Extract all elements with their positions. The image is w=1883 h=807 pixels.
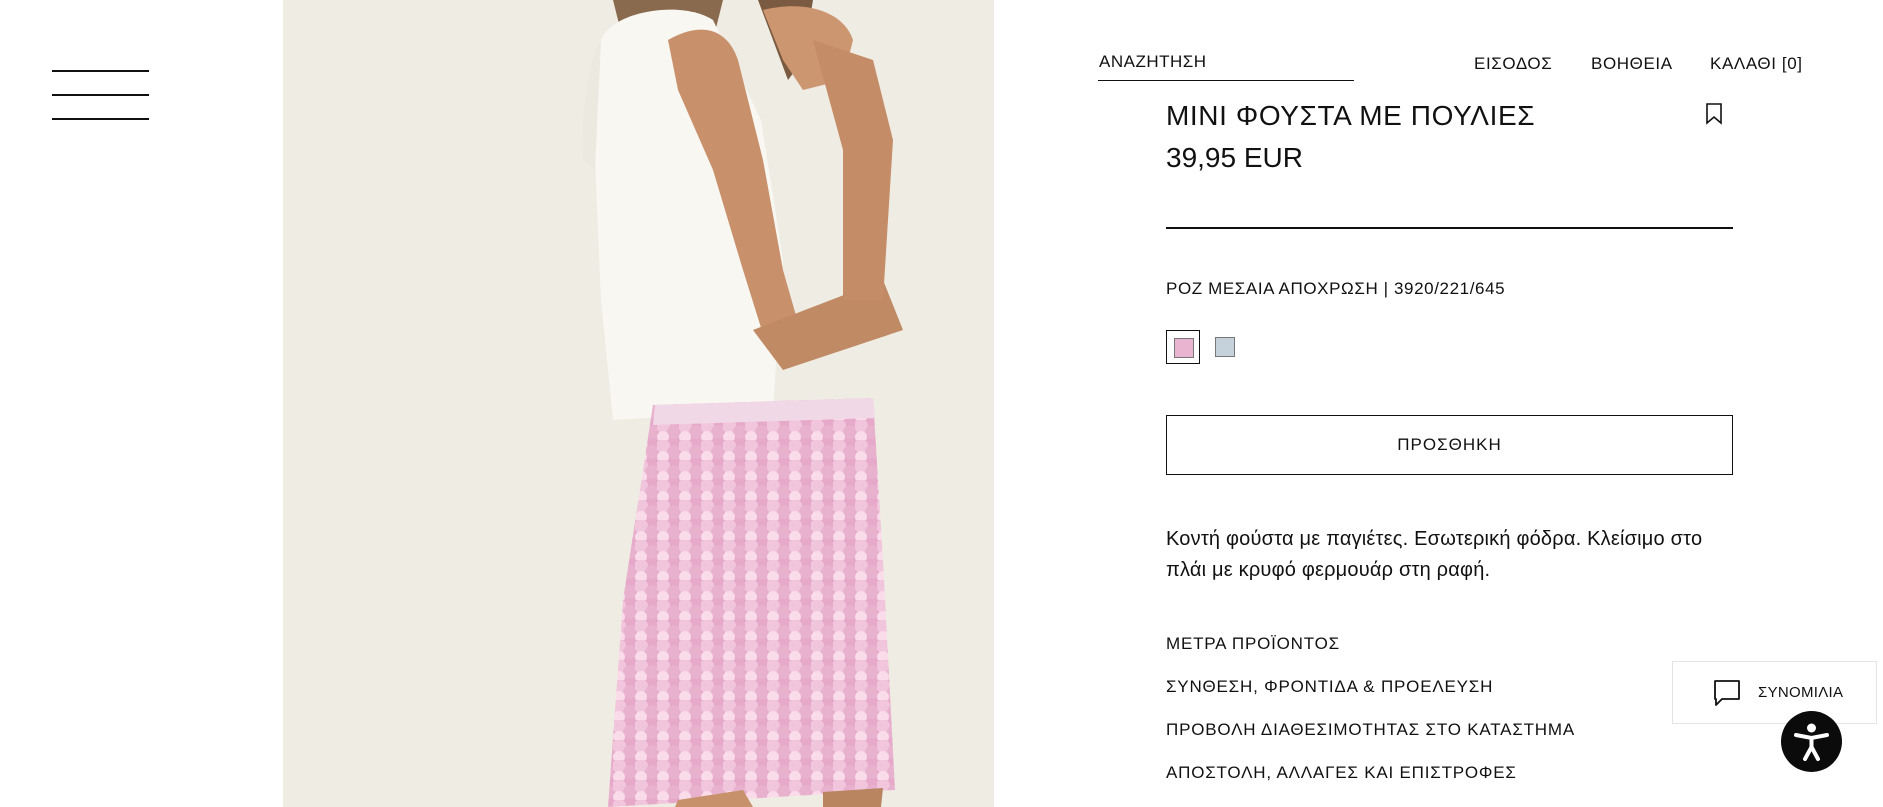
color-reference: ΡΟΖ ΜΕΣΑΙΑ ΑΠΟΧΡΩΣΗ | 3920/221/645 [1166, 279, 1506, 298]
color-swatch-pink[interactable] [1166, 330, 1200, 364]
hamburger-menu-icon[interactable] [52, 70, 149, 120]
color-swatch-light-blue[interactable] [1208, 330, 1242, 364]
product-image [283, 0, 994, 807]
divider [1166, 227, 1733, 229]
accessibility-icon [1794, 723, 1829, 761]
menu-line [52, 94, 149, 96]
help-link[interactable]: ΒΟΗΘΕΙΑ [1591, 54, 1673, 74]
add-to-cart-button[interactable]: ΠΡΟΣΘΗΚΗ [1166, 415, 1733, 475]
product-price: 39,95 EUR [1166, 142, 1303, 173]
search-field[interactable]: ΑΝΑΖΗΤΗΣΗ [1098, 50, 1354, 81]
swatch-fill [1174, 338, 1194, 358]
search-label: ΑΝΑΖΗΤΗΣΗ [1099, 52, 1207, 71]
bookmark-icon[interactable] [1705, 103, 1723, 125]
chat-bubble-icon [1714, 680, 1740, 706]
product-measurements-link[interactable]: ΜΕΤΡΑ ΠΡΟΪΟΝΤΟΣ [1166, 634, 1340, 654]
menu-line [52, 70, 149, 72]
cart-link[interactable]: ΚΑΛΑΘΙ [0] [1710, 54, 1803, 74]
product-title: ΜΙΝΙ ΦΟΥΣΤΑ ΜΕ ΠΟΥΛΙΕΣ [1166, 100, 1536, 131]
accessibility-button[interactable] [1781, 711, 1842, 772]
login-link[interactable]: ΕΙΣΟΔΟΣ [1474, 54, 1552, 74]
shipping-returns-link[interactable]: ΑΠΟΣΤΟΛΗ, ΑΛΛΑΓΕΣ ΚΑΙ ΕΠΙΣΤΡΟΦΕΣ [1166, 763, 1517, 783]
menu-line [52, 118, 149, 120]
product-photo-illustration [283, 0, 994, 807]
chat-button[interactable]: ΣΥΝΟΜΙΛΙΑ [1672, 661, 1877, 724]
swatch-fill [1215, 337, 1235, 357]
chat-label: ΣΥΝΟΜΙΛΙΑ [1758, 684, 1844, 701]
store-availability-link[interactable]: ΠΡΟΒΟΛΗ ΔΙΑΘΕΣΙΜΟΤΗΤΑΣ ΣΤΟ ΚΑΤΑΣΤΗΜΑ [1166, 720, 1575, 740]
composition-care-link[interactable]: ΣΥΝΘΕΣΗ, ΦΡΟΝΤΙΔΑ & ΠΡΟΕΛΕΥΣΗ [1166, 677, 1493, 697]
product-description: Κοντή φούστα με παγιέτες. Εσωτερική φόδρ… [1166, 528, 1703, 581]
